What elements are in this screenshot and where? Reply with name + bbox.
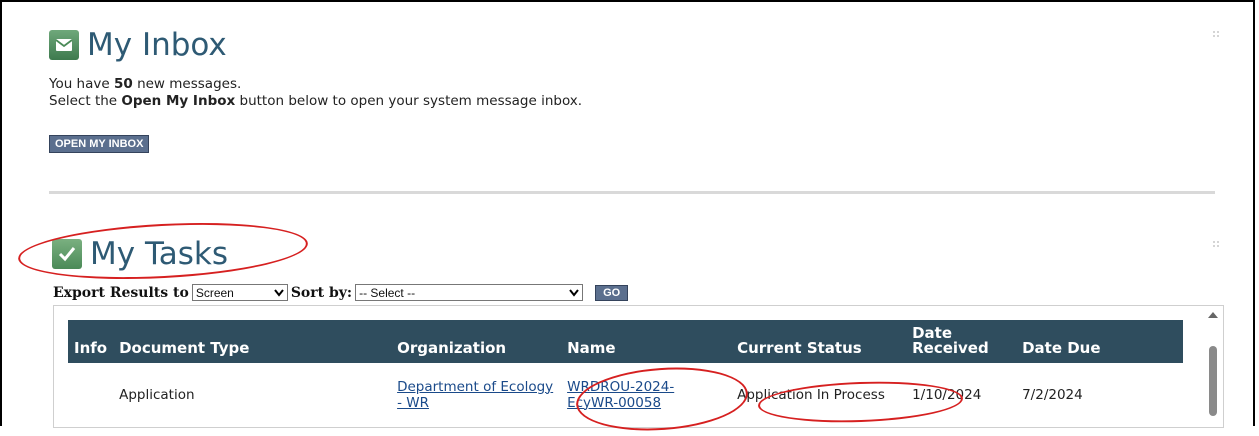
drag-handle-icon[interactable] bbox=[1212, 240, 1224, 252]
cell-date-received: 1/10/2024 bbox=[912, 386, 982, 403]
inbox-message: You have 50 new messages. bbox=[49, 76, 242, 92]
inbox-heading: My Inbox bbox=[49, 27, 227, 63]
column-header-current-status[interactable]: Current Status bbox=[731, 320, 907, 363]
chevron-down-icon bbox=[274, 288, 284, 297]
export-toolbar: Export Results to Screen Sort by: -- Sel… bbox=[53, 284, 629, 301]
scroll-up-icon[interactable] bbox=[1208, 312, 1218, 318]
export-label: Export Results to bbox=[53, 284, 189, 301]
open-inbox-button[interactable]: OPEN MY INBOX bbox=[49, 135, 150, 153]
drag-handle-icon[interactable] bbox=[1212, 30, 1224, 42]
inbox-title: My Inbox bbox=[87, 27, 227, 63]
column-header-organization[interactable]: Organization bbox=[391, 320, 562, 363]
cell-date-due: 7/2/2024 bbox=[1022, 386, 1083, 403]
envelope-icon bbox=[49, 30, 79, 60]
go-button[interactable]: GO bbox=[595, 284, 629, 301]
table-scrollbar[interactable] bbox=[1206, 312, 1220, 422]
message-count: 50 bbox=[113, 76, 133, 92]
organization-link[interactable]: Department of Ecology - WR bbox=[397, 379, 553, 411]
chevron-down-icon bbox=[569, 288, 579, 297]
column-header-name[interactable]: Name bbox=[561, 320, 732, 363]
cell-current-status: Application In Process bbox=[737, 386, 885, 403]
column-header-date-due[interactable]: Date Due bbox=[1016, 320, 1183, 363]
cell-document-type: Application bbox=[119, 386, 195, 403]
tasks-heading: My Tasks bbox=[52, 236, 228, 272]
column-header-date-received[interactable]: Date Received bbox=[906, 320, 1017, 363]
tasks-table: Info Document Type Organization Name Cur… bbox=[68, 320, 1183, 426]
tasks-table-panel: Info Document Type Organization Name Cur… bbox=[53, 305, 1224, 428]
checkmark-icon bbox=[52, 239, 82, 269]
tasks-title: My Tasks bbox=[90, 236, 229, 272]
scroll-thumb[interactable] bbox=[1209, 346, 1217, 416]
inbox-instruction: Select the Open My Inbox button below to… bbox=[49, 93, 583, 109]
column-header-document-type[interactable]: Document Type bbox=[113, 320, 392, 363]
cell-name: WRDROU-2024-EcyWR-00058 bbox=[561, 363, 731, 426]
sort-label: Sort by: bbox=[290, 284, 353, 301]
section-divider bbox=[49, 191, 1215, 194]
document-name-link[interactable]: WRDROU-2024-EcyWR-00058 bbox=[567, 379, 674, 411]
table-row: Application Department of Ecology - WR W… bbox=[68, 363, 1183, 426]
cell-organization: Department of Ecology - WR bbox=[391, 363, 561, 426]
column-header-info[interactable]: Info bbox=[68, 320, 114, 363]
cell-info bbox=[68, 363, 113, 426]
sort-select[interactable]: -- Select -- bbox=[355, 284, 584, 301]
table-header-row: Info Document Type Organization Name Cur… bbox=[68, 320, 1183, 363]
export-select[interactable]: Screen bbox=[191, 284, 288, 301]
